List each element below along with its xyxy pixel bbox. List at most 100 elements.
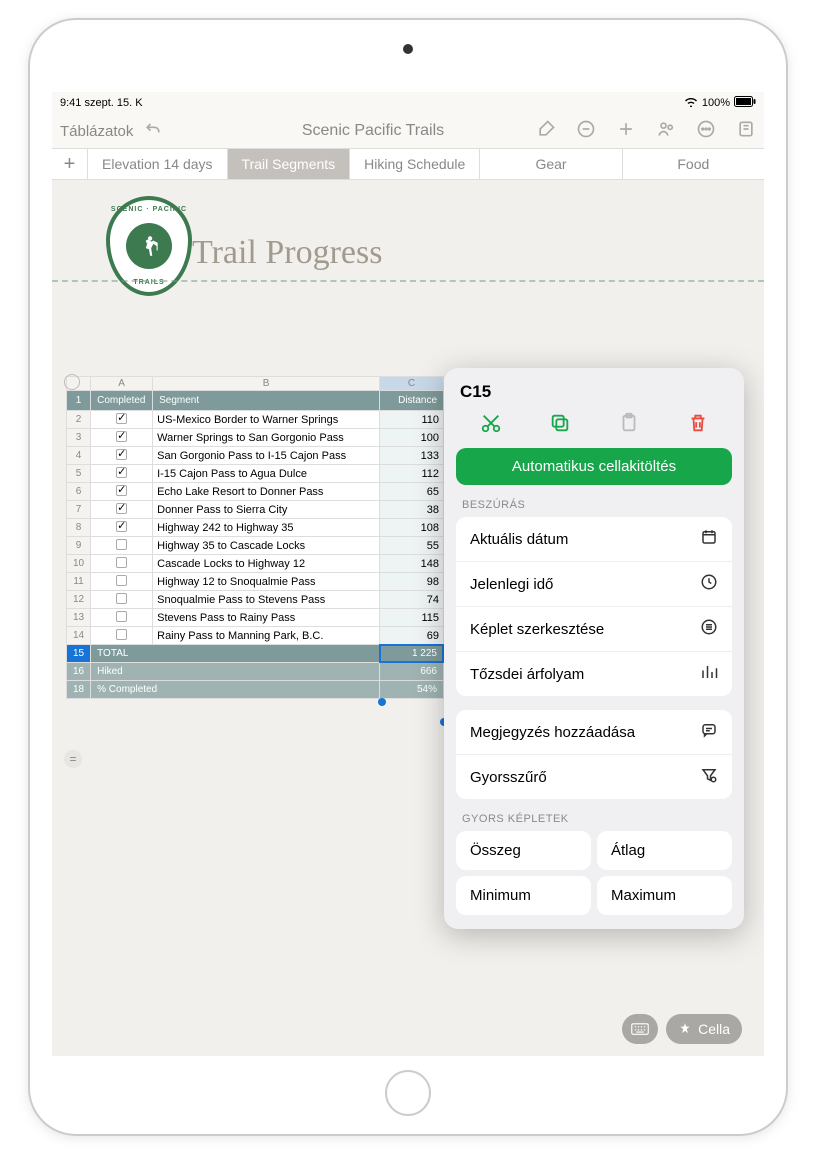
ipad-home-button[interactable] — [385, 1070, 431, 1116]
checkbox-icon[interactable] — [116, 503, 127, 514]
tab-trail-segments[interactable]: Trail Segments — [228, 149, 351, 179]
completed-cell[interactable] — [91, 429, 153, 447]
column-headers[interactable]: A B C — [67, 377, 444, 391]
tab-gear[interactable]: Gear — [480, 149, 622, 179]
checkbox-icon[interactable] — [116, 557, 127, 568]
completed-cell[interactable] — [91, 609, 153, 627]
table-corner-handle[interactable] — [64, 374, 80, 390]
checkbox-icon[interactable] — [116, 413, 127, 424]
tab-elevation[interactable]: Elevation 14 days — [88, 149, 228, 179]
paste-icon[interactable] — [618, 412, 640, 438]
segment-cell[interactable]: Warner Springs to San Gorgonio Pass — [153, 429, 380, 447]
quick-filter[interactable]: Gyorsszűrő — [456, 755, 732, 799]
row-number[interactable]: 9 — [67, 537, 91, 555]
segment-cell[interactable]: Stevens Pass to Rainy Pass — [153, 609, 380, 627]
checkbox-icon[interactable] — [116, 449, 127, 460]
completed-cell[interactable] — [91, 483, 153, 501]
checkbox-icon[interactable] — [116, 611, 127, 622]
row-number[interactable]: 13 — [67, 609, 91, 627]
segment-cell[interactable]: Cascade Locks to Highway 12 — [153, 555, 380, 573]
checkbox-icon[interactable] — [116, 629, 127, 640]
row-number[interactable]: 11 — [67, 573, 91, 591]
completed-cell[interactable] — [91, 537, 153, 555]
insert-current-date[interactable]: Aktuális dátum — [456, 517, 732, 562]
segment-cell[interactable]: I-15 Cajon Pass to Agua Dulce — [153, 465, 380, 483]
distance-cell[interactable]: 69 — [380, 627, 444, 645]
autofill-button[interactable]: Automatikus cellakitöltés — [456, 448, 732, 485]
cell-mode-button[interactable]: Cella — [666, 1014, 742, 1044]
completed-cell[interactable] — [91, 573, 153, 591]
completed-cell[interactable] — [91, 627, 153, 645]
row-number[interactable]: 2 — [67, 411, 91, 429]
distance-cell[interactable]: 133 — [380, 447, 444, 465]
distance-cell[interactable]: 98 — [380, 573, 444, 591]
segment-cell[interactable]: US-Mexico Border to Warner Springs — [153, 411, 380, 429]
checkbox-icon[interactable] — [116, 593, 127, 604]
segment-cell[interactable]: Echo Lake Resort to Donner Pass — [153, 483, 380, 501]
spreadsheet-canvas[interactable]: SCENIC · PACIFIC TRAILS Trail Progress A… — [52, 180, 764, 1056]
segment-cell[interactable]: Highway 242 to Highway 35 — [153, 519, 380, 537]
row-number[interactable]: 6 — [67, 483, 91, 501]
distance-cell[interactable]: 74 — [380, 591, 444, 609]
row-number[interactable]: 18 — [67, 681, 91, 699]
checkbox-icon[interactable] — [116, 467, 127, 478]
checkbox-icon[interactable] — [116, 521, 127, 532]
checkbox-icon[interactable] — [116, 485, 127, 496]
delete-icon[interactable] — [687, 412, 709, 438]
distance-cell[interactable]: 100 — [380, 429, 444, 447]
back-button[interactable]: Táblázatok — [60, 123, 133, 140]
tab-hiking-schedule[interactable]: Hiking Schedule — [350, 149, 480, 179]
add-icon[interactable] — [616, 119, 636, 143]
checkbox-icon[interactable] — [116, 431, 127, 442]
formula-button[interactable]: = — [64, 750, 82, 768]
completed-cell[interactable] — [91, 411, 153, 429]
distance-cell[interactable]: 112 — [380, 465, 444, 483]
completed-cell[interactable] — [91, 555, 153, 573]
distance-cell[interactable]: 55 — [380, 537, 444, 555]
row-number[interactable]: 12 — [67, 591, 91, 609]
formula-avg[interactable]: Átlag — [597, 831, 732, 870]
undo-icon[interactable] — [143, 119, 163, 143]
segment-cell[interactable]: Snoqualmie Pass to Stevens Pass — [153, 591, 380, 609]
segment-cell[interactable]: San Gorgonio Pass to I-15 Cajon Pass — [153, 447, 380, 465]
row-number[interactable]: 16 — [67, 663, 91, 681]
add-sheet-button[interactable]: + — [52, 149, 88, 179]
checkbox-icon[interactable] — [116, 575, 127, 586]
completed-cell[interactable] — [91, 447, 153, 465]
row-number[interactable]: 7 — [67, 501, 91, 519]
row-number[interactable]: 5 — [67, 465, 91, 483]
distance-cell[interactable]: 38 — [380, 501, 444, 519]
segment-cell[interactable]: Highway 35 to Cascade Locks — [153, 537, 380, 555]
row-number[interactable]: 8 — [67, 519, 91, 537]
formula-min[interactable]: Minimum — [456, 876, 591, 915]
completed-cell[interactable] — [91, 501, 153, 519]
format-brush-icon[interactable] — [536, 119, 556, 143]
more-icon[interactable] — [696, 119, 716, 143]
distance-cell[interactable]: 110 — [380, 411, 444, 429]
distance-cell[interactable]: 108 — [380, 519, 444, 537]
checkbox-icon[interactable] — [116, 539, 127, 550]
keyboard-button[interactable] — [622, 1014, 658, 1044]
distance-cell[interactable]: 65 — [380, 483, 444, 501]
insert-icon[interactable] — [736, 119, 756, 143]
row-number[interactable]: 4 — [67, 447, 91, 465]
spreadsheet-table[interactable]: A B C 1 Completed Segment Distance 2US-M… — [66, 376, 444, 699]
col-header-a[interactable]: A — [91, 377, 153, 391]
row-number[interactable]: 1 — [67, 391, 91, 411]
row-number[interactable]: 15 — [67, 645, 91, 663]
row-number[interactable]: 14 — [67, 627, 91, 645]
cut-icon[interactable] — [480, 412, 502, 438]
distance-cell[interactable]: 148 — [380, 555, 444, 573]
completed-cell[interactable] — [91, 591, 153, 609]
stock-quote[interactable]: Tőzsdei árfolyam — [456, 652, 732, 696]
segment-cell[interactable]: Highway 12 to Snoqualmie Pass — [153, 573, 380, 591]
tab-food[interactable]: Food — [623, 149, 764, 179]
edit-formula[interactable]: Képlet szerkesztése — [456, 607, 732, 652]
copy-icon[interactable] — [549, 412, 571, 438]
selection-handle[interactable] — [378, 698, 386, 706]
insert-current-time[interactable]: Jelenlegi idő — [456, 562, 732, 607]
filter-icon[interactable] — [576, 119, 596, 143]
col-header-b[interactable]: B — [153, 377, 380, 391]
formula-sum[interactable]: Összeg — [456, 831, 591, 870]
segment-cell[interactable]: Rainy Pass to Manning Park, B.C. — [153, 627, 380, 645]
